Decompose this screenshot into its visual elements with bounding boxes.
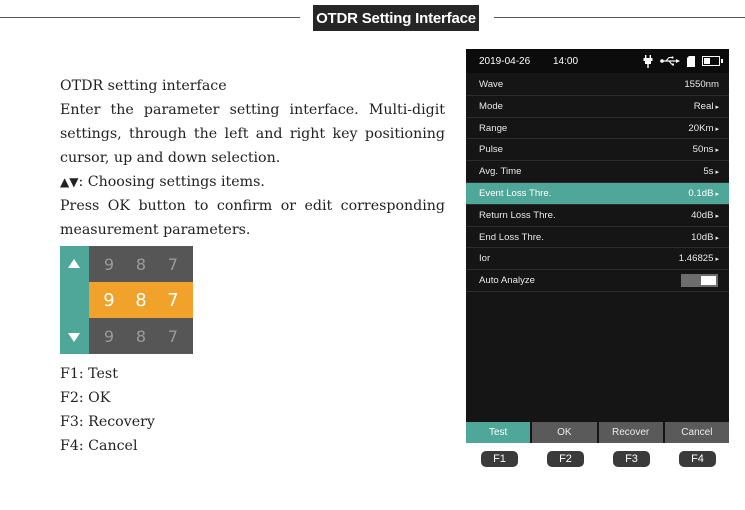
status-bar: 2019-04-26 14:00 <box>466 49 729 73</box>
setting-row[interactable]: Auto Analyze <box>466 270 729 292</box>
setting-row[interactable]: Return Loss Thre. 40dB ▸ <box>466 205 729 227</box>
status-date: 2019-04-26 <box>479 56 531 67</box>
setting-value-wrap: 1.46825 ▸ <box>679 253 719 264</box>
setting-row[interactable]: Ior 1.46825 ▸ <box>466 248 729 271</box>
down-arrow-icon <box>68 333 80 342</box>
up-arrow-icon <box>68 259 80 268</box>
digit: 8 <box>135 254 147 274</box>
status-time: 14:00 <box>553 56 579 67</box>
widget-side-bar <box>60 246 89 354</box>
otdr-device-screen: 2019-04-26 14:00 Wave 1550nm Mode Real ▸ Rang… <box>466 49 729 443</box>
setting-value: Real <box>693 100 714 112</box>
legend-f2: F2: OK <box>60 390 111 406</box>
status-icons <box>643 54 723 68</box>
setting-row[interactable]: Mode Real ▸ <box>466 96 729 118</box>
caret-right-icon: ▸ <box>715 190 719 198</box>
digit: 9 <box>103 254 115 274</box>
digit: 9 <box>103 289 115 311</box>
description-title: OTDR setting interface <box>60 78 227 94</box>
softkey-bar: Test OK Recover Cancel <box>466 422 729 443</box>
header-line-left <box>0 17 300 18</box>
auto-analyze-toggle[interactable] <box>681 274 718 288</box>
digit: 9 <box>103 326 115 346</box>
digit: 7 <box>167 326 179 346</box>
setting-value: 0.1dB <box>688 187 714 199</box>
setting-value: 1550nm <box>684 79 719 90</box>
caret-right-icon: ▸ <box>715 147 719 155</box>
setting-value: 40dB <box>691 209 714 221</box>
cancel-button[interactable]: Cancel <box>664 422 729 443</box>
setting-label: Avg. Time <box>479 166 522 178</box>
header-line-right <box>494 17 745 18</box>
test-button[interactable]: Test <box>466 422 531 443</box>
battery-icon <box>702 56 723 66</box>
digit-row-selected: 9 8 7 <box>89 282 193 318</box>
f1-key[interactable]: F1 <box>481 451 518 467</box>
legend-f1: F1: Test <box>60 366 118 382</box>
caret-right-icon: ▸ <box>715 256 719 264</box>
arrows-text: : Choosing settings items. <box>78 174 265 190</box>
toggle-knob <box>701 276 716 286</box>
setting-label: Pulse <box>479 144 503 156</box>
ok-button[interactable]: OK <box>532 422 597 443</box>
digit: 7 <box>167 254 179 274</box>
setting-value-wrap: 50ns ▸ <box>693 144 719 155</box>
f2-key[interactable]: F2 <box>547 451 584 467</box>
page-title: OTDR Setting Interface <box>313 5 479 31</box>
setting-label: End Loss Thre. <box>479 231 544 243</box>
setting-value: 50ns <box>692 144 714 156</box>
setting-value-wrap: 5s ▸ <box>703 166 719 177</box>
setting-value-wrap: Real ▸ <box>694 101 719 112</box>
setting-label: Mode <box>479 100 503 112</box>
setting-label: Event Loss Thre. <box>479 187 552 199</box>
setting-label: Ior <box>479 253 491 265</box>
caret-right-icon: ▸ <box>715 103 719 111</box>
setting-label: Range <box>479 122 508 134</box>
f4-key[interactable]: F4 <box>679 451 716 467</box>
setting-row[interactable]: Range 20Km ▸ <box>466 118 729 140</box>
hardware-fkeys: F1 F2 F3 F4 <box>466 451 729 467</box>
arrows-line: ▲▼: Choosing settings items. <box>60 170 445 194</box>
sd-card-icon <box>687 55 695 67</box>
setting-row[interactable]: Avg. Time 5s ▸ <box>466 161 729 183</box>
settings-list: Wave 1550nm Mode Real ▸ Range 20Km ▸ Pulse 50ns ▸ A… <box>466 74 729 292</box>
caret-right-icon: ▸ <box>715 169 719 177</box>
up-down-arrows-icon: ▲▼ <box>60 175 79 189</box>
digit: 8 <box>135 326 147 346</box>
setting-value-wrap: 40dB ▸ <box>691 210 719 221</box>
setting-row[interactable]: Event Loss Thre. 0.1dB ▸ <box>466 182 729 205</box>
digit-row-bottom: 9 8 7 <box>89 318 193 354</box>
recover-button[interactable]: Recover <box>598 422 663 443</box>
digit: 8 <box>135 289 147 311</box>
setting-value: 20Km <box>688 122 714 134</box>
setting-value: 1.46825 <box>678 253 714 265</box>
description-block: OTDR setting interface Enter the paramet… <box>60 74 445 242</box>
setting-value-wrap: 10dB ▸ <box>691 232 719 243</box>
description-paragraph-1: Enter the parameter setting interface. M… <box>60 102 445 166</box>
plug-icon <box>643 54 653 68</box>
description-paragraph-2: Press OK button to confirm or edit corre… <box>60 198 445 238</box>
caret-right-icon: ▸ <box>715 212 719 220</box>
f3-key[interactable]: F3 <box>613 451 650 467</box>
caret-right-icon: ▸ <box>715 125 719 133</box>
setting-label: Wave <box>479 79 504 90</box>
setting-value-wrap: 0.1dB ▸ <box>688 188 719 199</box>
setting-row[interactable]: End Loss Thre. 10dB ▸ <box>466 227 729 249</box>
legend-f4: F4: Cancel <box>60 438 138 454</box>
setting-value: 5s <box>703 166 714 178</box>
setting-row[interactable]: Pulse 50ns ▸ <box>466 139 729 162</box>
legend-f3: F3: Recovery <box>60 414 155 430</box>
setting-value-wrap: 1550nm <box>684 79 719 90</box>
setting-label: Auto Analyze <box>479 275 536 287</box>
setting-row[interactable]: Wave 1550nm <box>466 74 729 96</box>
setting-value-wrap: 20Km ▸ <box>688 123 719 134</box>
digit-row-top: 9 8 7 <box>89 246 193 282</box>
usb-icon <box>660 56 680 66</box>
setting-label: Return Loss Thre. <box>479 209 556 221</box>
setting-value: 10dB <box>691 231 714 243</box>
function-key-legend: F1: Test F2: OK F3: Recovery F4: Cancel <box>60 362 155 458</box>
digit-selector-widget: 9 8 7 9 8 7 9 8 7 <box>60 246 193 354</box>
caret-right-icon: ▸ <box>715 234 719 242</box>
digit: 7 <box>167 289 179 311</box>
